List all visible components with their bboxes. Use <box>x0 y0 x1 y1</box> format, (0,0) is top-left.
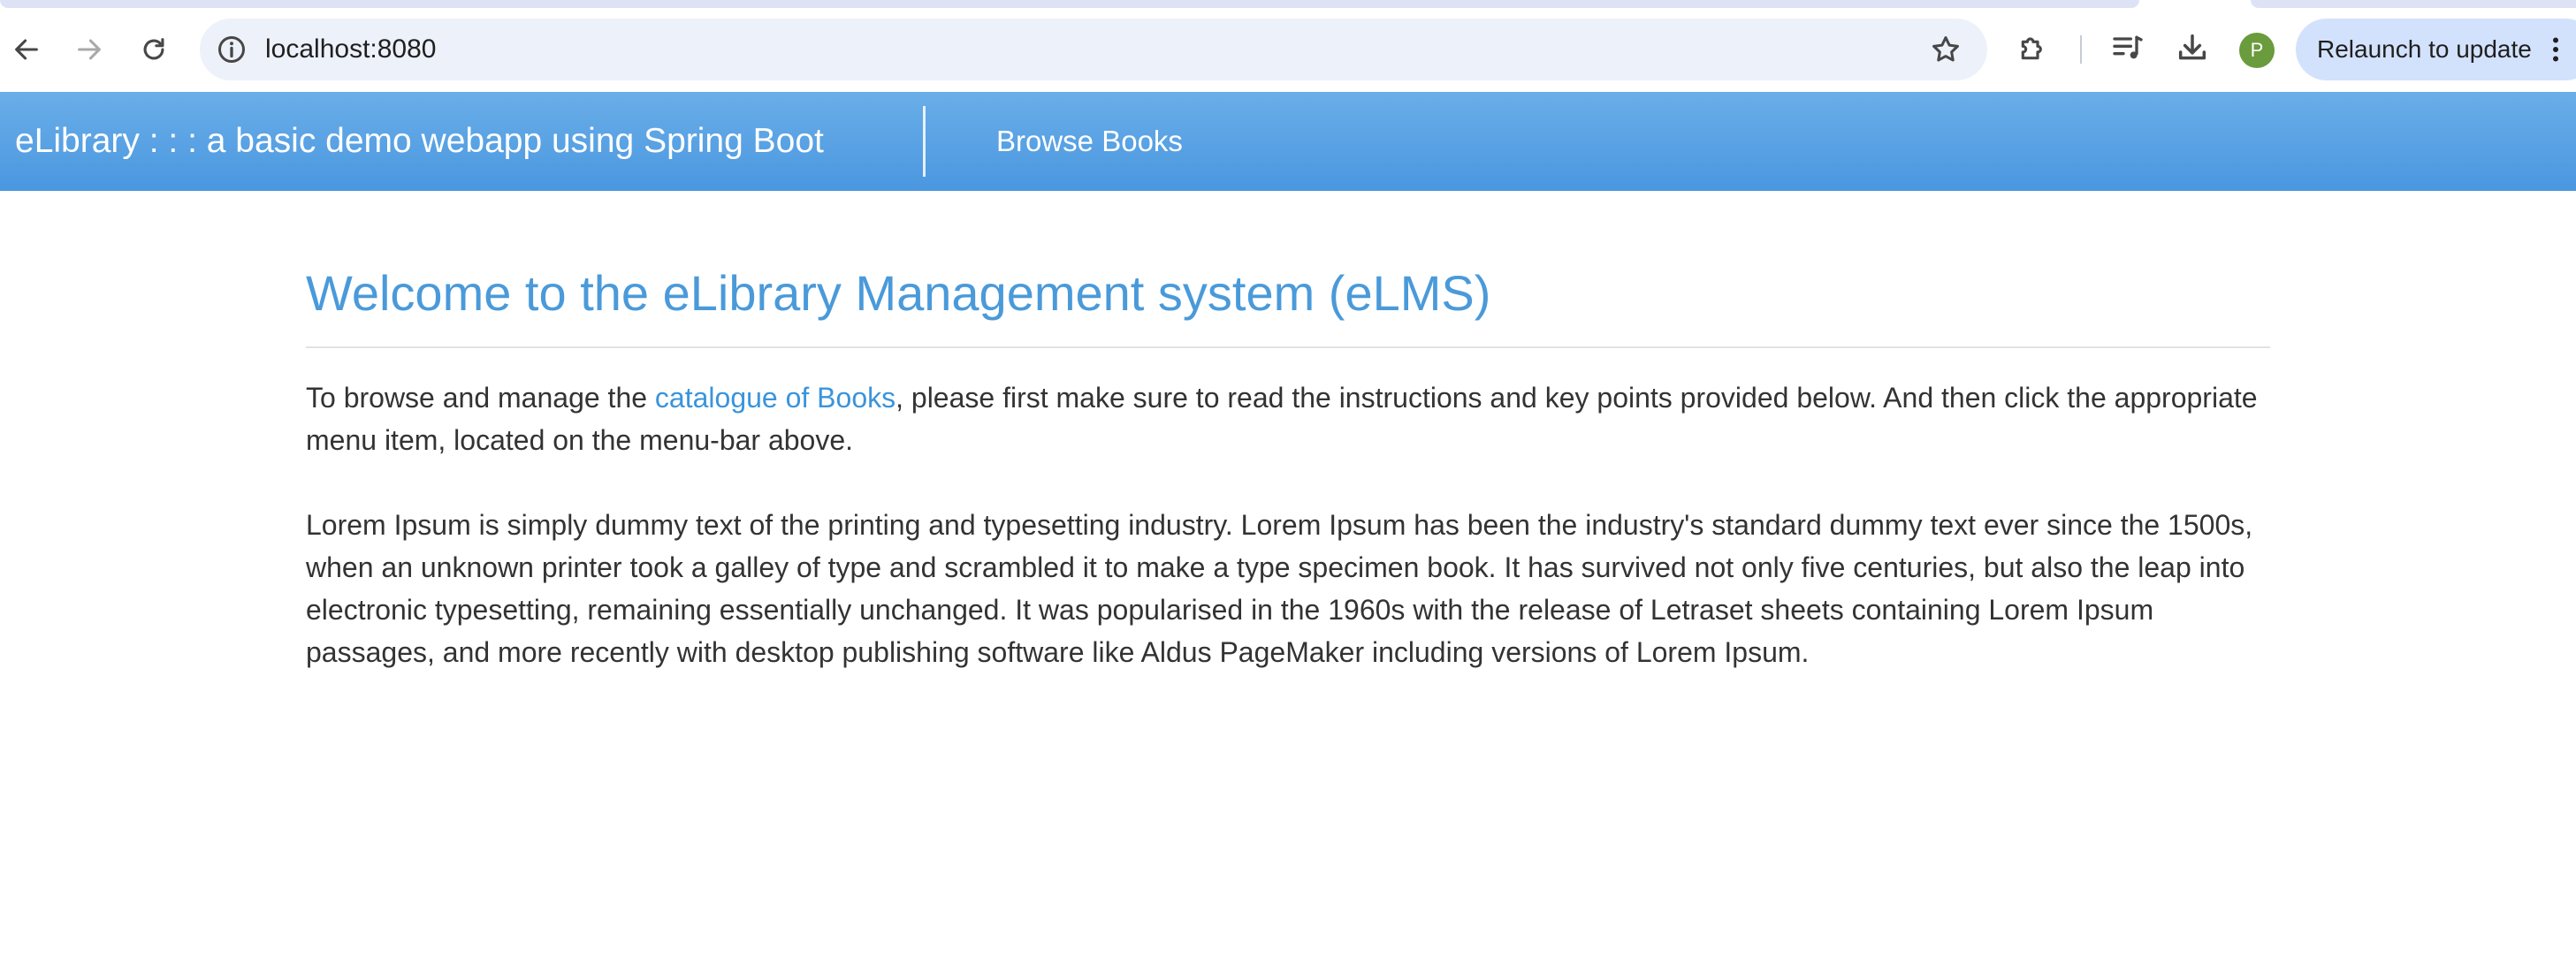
intro-text-before: To browse and manage the <box>306 382 655 414</box>
relaunch-to-update-button[interactable]: Relaunch to update <box>2296 19 2576 80</box>
browser-toolbar: localhost:8080 P Relaunch to update <box>0 0 2576 92</box>
url-text[interactable]: localhost:8080 <box>265 19 436 80</box>
address-bar[interactable]: localhost:8080 <box>200 19 1987 80</box>
kebab-menu-icon[interactable] <box>2540 34 2572 65</box>
main-content: Welcome to the eLibrary Management syste… <box>306 191 2270 673</box>
reload-button[interactable] <box>131 27 177 72</box>
page-title: Welcome to the eLibrary Management syste… <box>306 265 1491 321</box>
toolbar-divider <box>2080 35 2082 64</box>
inactive-tab-edge[interactable] <box>2251 0 2576 8</box>
forward-icon <box>78 39 101 60</box>
lorem-paragraph: Lorem Ipsum is simply dummy text of the … <box>306 509 2253 669</box>
nav-link-browse-books[interactable]: Browse Books <box>996 92 1183 191</box>
active-tab-edge[interactable] <box>0 0 2139 8</box>
intro-paragraph: To browse and manage the catalogue of Bo… <box>306 376 2270 461</box>
catalogue-link[interactable]: catalogue of Books <box>655 382 896 414</box>
extensions-icon[interactable] <box>2016 30 2051 65</box>
back-button[interactable] <box>4 27 50 72</box>
site-info-icon[interactable] <box>216 34 248 65</box>
bookmark-star-icon[interactable] <box>1929 33 1962 66</box>
media-controls-icon[interactable] <box>2110 30 2145 65</box>
back-icon <box>15 39 38 60</box>
navbar-brand[interactable]: eLibrary : : : a basic demo webapp using… <box>15 92 824 191</box>
tab-strip <box>0 0 2576 9</box>
navbar-divider <box>923 106 926 177</box>
app-navbar: eLibrary : : : a basic demo webapp using… <box>0 92 2576 191</box>
reload-icon <box>143 38 164 60</box>
downloads-icon[interactable] <box>2175 30 2210 65</box>
relaunch-label: Relaunch to update <box>2317 35 2532 63</box>
profile-avatar[interactable]: P <box>2239 33 2275 68</box>
title-divider <box>306 346 2270 349</box>
forward-button[interactable] <box>66 27 112 72</box>
